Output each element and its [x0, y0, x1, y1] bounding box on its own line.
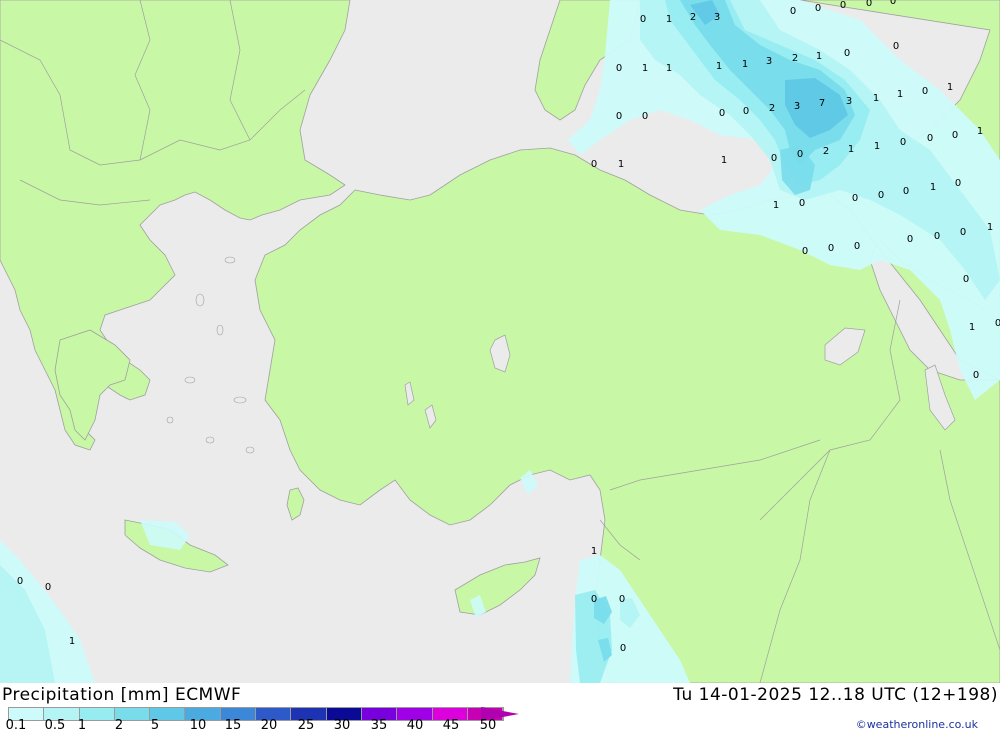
- precip-value-label: 0: [17, 576, 23, 587]
- legend-label: 25: [297, 718, 315, 733]
- forecast-time: Tu 14-01-2025 12..18 UTC (12+198): [673, 685, 998, 705]
- precip-value-label: 0: [960, 227, 966, 238]
- precip-value-label: 0: [907, 234, 913, 245]
- legend-label: 40: [406, 718, 424, 733]
- precip-value-label: 3: [846, 96, 852, 107]
- precip-value-label: 0: [799, 198, 805, 209]
- precip-value-label: 0: [840, 0, 846, 11]
- credit-link[interactable]: ©weatheronline.co.uk: [856, 718, 978, 731]
- precip-value-label: 3: [794, 101, 800, 112]
- precip-value-label: 1: [742, 59, 748, 70]
- precip-value-label: 0: [771, 153, 777, 164]
- precip-value-label: 0: [995, 318, 1000, 329]
- legend-label: 1: [77, 718, 87, 733]
- legend-label: 0.5: [44, 718, 66, 733]
- precip-value-label: 0: [866, 0, 872, 9]
- precip-value-label: 2: [769, 103, 775, 114]
- precip-value-label: 0: [952, 130, 958, 141]
- legend-label: 45: [442, 718, 460, 733]
- precip-value-label: 1: [969, 322, 975, 333]
- precip-value-label: 1: [69, 636, 75, 647]
- precip-value-label: 0: [922, 86, 928, 97]
- precip-value-label: 1: [873, 93, 879, 104]
- precip-value-label: 2: [690, 12, 696, 23]
- precip-value-label: 0: [45, 582, 51, 593]
- precip-value-label: 0: [616, 63, 622, 74]
- precip-value-label: 1: [721, 155, 727, 166]
- precip-value-label: 1: [642, 63, 648, 74]
- precip-value-label: 1: [977, 126, 983, 137]
- chart-title: Precipitation [mm] ECMWF: [2, 685, 242, 705]
- precip-value-label: 0: [878, 190, 884, 201]
- precip-value-label: 0: [963, 274, 969, 285]
- precip-value-label: 1: [591, 546, 597, 557]
- footer-bar: Precipitation [mm] ECMWF Tu 14-01-2025 1…: [0, 683, 1000, 733]
- precip-value-label: 0: [955, 178, 961, 189]
- precip-value-label: 0: [934, 231, 940, 242]
- precip-value-label: 0: [900, 137, 906, 148]
- precip-value-label: 0: [790, 6, 796, 17]
- precip-value-label: 0: [852, 193, 858, 204]
- precip-value-label: 0: [893, 41, 899, 52]
- precip-value-label: 0: [890, 0, 896, 7]
- precip-value-label: 1: [773, 200, 779, 211]
- precip-value-label: 3: [714, 12, 720, 23]
- legend-label: 2: [114, 718, 124, 733]
- precip-value-label: 0: [719, 108, 725, 119]
- legend-label: 5: [150, 718, 160, 733]
- precip-value-label: 1: [930, 182, 936, 193]
- legend-label: 30: [333, 718, 351, 733]
- precip-value-label: 0: [591, 159, 597, 170]
- legend-label: 0.1: [5, 718, 27, 733]
- precip-value-label: 3: [766, 56, 772, 67]
- precip-value-label: 0: [973, 370, 979, 381]
- precip-value-label: 1: [947, 82, 953, 93]
- precip-value-label: 0: [903, 186, 909, 197]
- legend-label: 50: [479, 718, 497, 733]
- legend-label: 20: [260, 718, 278, 733]
- legend-label: 10: [189, 718, 207, 733]
- precip-value-label: 1: [987, 222, 993, 233]
- precip-value-label: 1: [897, 89, 903, 100]
- precip-value-label: 0: [797, 149, 803, 160]
- precip-value-label: 0: [619, 594, 625, 605]
- precip-value-label: 0: [620, 643, 626, 654]
- precip-value-label: 1: [816, 51, 822, 62]
- precip-value-label: 0: [815, 3, 821, 14]
- precip-value-label: 2: [823, 146, 829, 157]
- precip-value-label: 1: [666, 63, 672, 74]
- precip-value-label: 0: [802, 246, 808, 257]
- legend-label: 15: [224, 718, 242, 733]
- precip-value-label: 2: [792, 53, 798, 64]
- precip-value-label: 1: [666, 14, 672, 25]
- precip-value-label: 7: [819, 98, 825, 109]
- precip-value-label: 0: [642, 111, 648, 122]
- precip-value-label: 0: [828, 243, 834, 254]
- precip-value-label: 1: [874, 141, 880, 152]
- precip-value-label: 0: [844, 48, 850, 59]
- precip-value-label: 1: [618, 159, 624, 170]
- precip-value-label: 0: [640, 14, 646, 25]
- precip-value-label: 0: [616, 111, 622, 122]
- legend-label: 35: [370, 718, 388, 733]
- precip-value-label: 1: [716, 61, 722, 72]
- precip-value-label: 0: [927, 133, 933, 144]
- precip-value-label: 1: [848, 144, 854, 155]
- precip-value-label: 0: [743, 106, 749, 117]
- precip-value-label: 0: [591, 594, 597, 605]
- precip-value-label: 0: [854, 241, 860, 252]
- precipitation-map: 0 1 2 3 0 0 0 0 0 0 1 1 1 1 3 2 1 0 0 0 0 0 0 2 3 7 3 1 1 0 1 0 1 1 0 0 2 1 1 0…: [0, 0, 1000, 683]
